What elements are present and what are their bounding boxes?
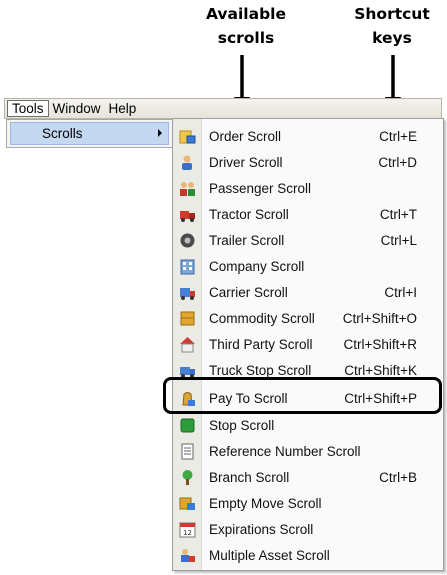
menu-item-label: Order Scroll [209,128,282,144]
shortcut-label: Ctrl+I [384,284,417,300]
menu-item-label: Tractor Scroll [209,206,289,222]
menu-item-stop-scroll[interactable]: Stop Scroll [173,412,443,438]
menu-item-tractor-scroll[interactable]: Tractor Scroll Ctrl+T [173,201,443,227]
branch-scroll-icon [182,470,193,485]
callout-text: Shortcut [354,5,430,23]
menu-item-label: Third Party Scroll [209,336,313,352]
callout-text: scrolls [217,29,275,47]
callout-text: Available [205,5,286,23]
menu-item-label: Reference Number Scroll [209,443,361,459]
menu-item-order-scroll[interactable]: Order Scroll Ctrl+E [173,123,443,149]
menu-item-driver-scroll[interactable]: Driver Scroll Ctrl+D [173,149,443,175]
menu-item-branch-scroll[interactable]: Branch Scroll Ctrl+B [173,464,443,490]
menu-bar: Tools Window Help [4,98,442,119]
order-scroll-icon [179,130,196,144]
menu-item-trailer-scroll[interactable]: Trailer Scroll Ctrl+L [173,227,443,253]
passenger-scroll-icon [180,182,195,196]
pay-to-scroll-highlight [163,377,442,414]
menu-item-passenger-scroll[interactable]: Passenger Scroll [173,175,443,201]
stop-scroll-icon [180,418,195,433]
menu-help[interactable]: Help [105,100,141,117]
menu-item-label: Commodity Scroll [209,310,315,326]
reference-number-scroll-icon [181,443,194,460]
menu-item-company-scroll[interactable]: Company Scroll [173,253,443,279]
multiple-asset-scroll-icon [181,549,195,562]
menu-item-label: Expirations Scroll [209,521,314,537]
available-scrolls-callout: Available scrolls [190,2,302,50]
callout-text: keys [372,29,412,47]
menu-item-multiple-asset-scroll[interactable]: Multiple Asset Scroll [173,542,443,568]
shortcut-label: Ctrl+Shift+R [343,336,417,352]
shortcut-keys-callout: Shortcut keys [340,2,444,50]
company-scroll-icon [180,259,195,275]
tractor-scroll-icon [180,211,195,222]
menu-item-expirations-scroll[interactable]: 12 Expirations Scroll [173,516,443,542]
menu-window[interactable]: Window [49,100,105,117]
menu-item-label: Branch Scroll [209,469,290,485]
menu-item-scrolls[interactable]: Scrolls [10,122,169,145]
tools-dropdown: Scrolls [6,119,173,148]
menu-item-label: Passenger Scroll [209,180,312,196]
third-party-scroll-icon [180,337,195,353]
commodity-scroll-icon [180,311,195,326]
menu-item-label: Empty Move Scroll [209,495,322,511]
menu-item-third-party-scroll[interactable]: Third Party Scroll Ctrl+Shift+R [173,331,443,357]
shortcut-label: Ctrl+L [380,232,417,248]
shortcut-label: Ctrl+E [379,128,417,144]
menu-item-empty-move-scroll[interactable]: Empty Move Scroll [173,490,443,516]
menu-item-label: Stop Scroll [209,417,275,433]
driver-scroll-icon [182,155,192,170]
menu-item-label: Multiple Asset Scroll [209,547,330,563]
empty-move-scroll-icon [179,497,195,510]
shortcut-label: Ctrl+T [379,206,417,222]
menu-item-commodity-scroll[interactable]: Commodity Scroll Ctrl+Shift+O [173,305,443,331]
menu-item-label: Driver Scroll [209,154,283,170]
expirations-scroll-icon: 12 [179,522,196,538]
menu-item-label: Company Scroll [209,258,305,274]
submenu-arrow-icon [158,129,162,137]
menu-item-label: Trailer Scroll [209,232,285,248]
scrolls-submenu: Order Scroll Ctrl+E Driver Scroll Ctrl+D… [172,118,444,571]
shortcut-label: Ctrl+B [379,469,417,485]
trailer-scroll-icon [180,233,195,248]
menu-item-label: Carrier Scroll [209,284,288,300]
menu-tools[interactable]: Tools [7,100,49,117]
menu-item-label: Scrolls [42,126,83,141]
carrier-scroll-icon [180,288,195,300]
shortcut-label: Ctrl+D [378,154,417,170]
shortcut-label: Ctrl+Shift+K [344,362,417,378]
menu-item-reference-number-scroll[interactable]: Reference Number Scroll [173,438,443,464]
calendar-day-text: 12 [183,529,192,537]
menu-item-label: Truck Stop Scroll [209,362,312,378]
shortcut-label: Ctrl+Shift+O [342,310,417,326]
menu-item-carrier-scroll[interactable]: Carrier Scroll Ctrl+I [173,279,443,305]
